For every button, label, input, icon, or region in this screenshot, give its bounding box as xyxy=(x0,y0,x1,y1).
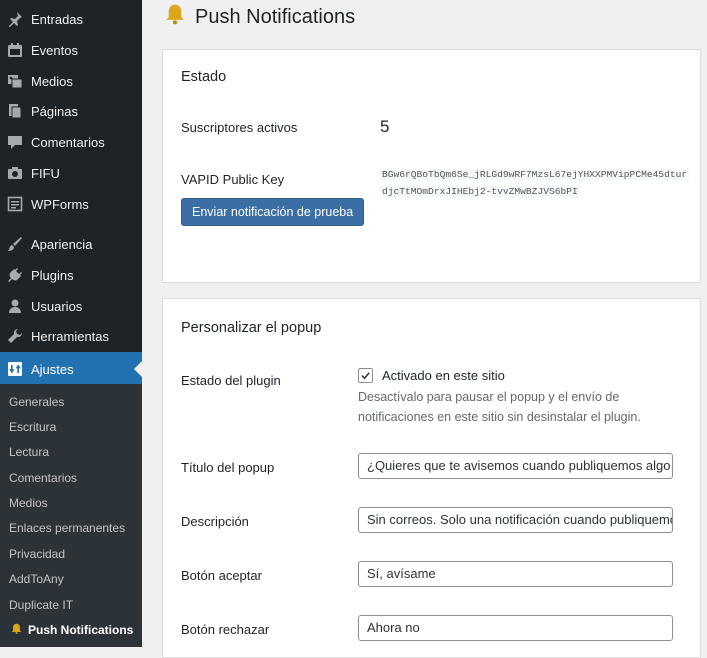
admin-sidebar: Entradas Eventos Medios Páginas Comentar… xyxy=(0,0,142,647)
submenu-item-medios[interactable]: Medios xyxy=(9,496,48,510)
bell-icon xyxy=(165,3,185,31)
menu-item-label: WPForms xyxy=(31,196,89,212)
popup-title-label: Título del popup xyxy=(181,460,275,475)
menu-item-ajustes[interactable]: Ajustes xyxy=(0,352,142,386)
vapid-key-label: VAPID Public Key xyxy=(181,172,285,187)
plugin-enabled-description: Desactívalo para pausar el popup y el en… xyxy=(358,390,641,424)
accept-button-label: Botón aceptar xyxy=(181,568,262,583)
submenu-item-enlaces-permanentes[interactable]: Enlaces permanentes xyxy=(9,521,125,535)
submenu-item-addtoany[interactable]: AddToAny xyxy=(9,572,64,586)
user-icon xyxy=(6,297,24,315)
menu-item-herramientas[interactable]: Herramientas xyxy=(0,319,142,353)
plugin-enabled-label: Activado en este sitio xyxy=(382,368,505,383)
brush-icon xyxy=(6,235,24,253)
menu-item-medios[interactable]: Medios xyxy=(0,64,142,98)
menu-item-label: Eventos xyxy=(31,42,78,58)
pages-icon xyxy=(6,102,24,120)
send-test-notification-button[interactable]: Enviar notificación de prueba xyxy=(181,198,365,226)
menu-item-apariencia[interactable]: Apariencia xyxy=(0,227,142,261)
plugin-enabled-checkbox[interactable] xyxy=(358,368,373,383)
menu-item-plugins[interactable]: Plugins xyxy=(0,258,142,292)
plugin-status-label: Estado del plugin xyxy=(181,373,281,388)
popup-settings-heading: Personalizar el popup xyxy=(181,320,322,336)
camera-icon xyxy=(6,164,24,182)
menu-item-label: Comentarios xyxy=(31,134,105,150)
menu-item-label: Herramientas xyxy=(31,328,110,344)
description-label: Descripción xyxy=(181,514,249,529)
submenu-item-label: Push Notifications xyxy=(28,623,134,637)
comment-icon xyxy=(6,133,24,151)
menu-item-fifu[interactable]: FIFU xyxy=(0,156,142,190)
description-input[interactable]: Sin correos. Solo una notificación cuand… xyxy=(358,507,673,533)
menu-item-label: Usuarios xyxy=(31,298,83,314)
page-title: Push Notifications xyxy=(165,3,355,31)
menu-item-label: Medios xyxy=(31,73,73,89)
submenu-item-push-notifications[interactable]: Push Notifications xyxy=(11,623,133,637)
calendar-icon xyxy=(6,41,24,59)
settings-icon xyxy=(6,360,24,378)
menu-item-entradas[interactable]: Entradas xyxy=(0,2,142,36)
menu-item-label: Entradas xyxy=(31,11,84,27)
vapid-key-line-1: BGw6rQBoTbQm6Se_jRLGd9wRF7MzsL67ejYHXXPM… xyxy=(380,169,690,180)
media-icon xyxy=(6,72,24,90)
reject-button-input[interactable]: Ahora no xyxy=(358,615,673,641)
menu-item-eventos[interactable]: Eventos xyxy=(0,33,142,67)
popup-settings-card: Personalizar el popup Estado del plugin … xyxy=(162,298,701,658)
pin-icon xyxy=(6,10,24,28)
status-heading: Estado xyxy=(181,69,227,85)
wrench-icon xyxy=(6,327,24,345)
status-card: Estado Suscriptores activos 5 VAPID Publ… xyxy=(162,49,701,283)
settings-submenu: Generales Escritura Lectura Comentarios … xyxy=(0,384,142,647)
menu-item-paginas[interactable]: Páginas xyxy=(0,94,142,128)
submenu-item-escritura[interactable]: Escritura xyxy=(9,420,56,434)
plugin-enabled-row: Activado en este sitio xyxy=(358,368,505,383)
popup-title-input[interactable]: ¿Quieres que te avisemos cuando publique… xyxy=(358,453,673,479)
submenu-item-privacidad[interactable]: Privacidad xyxy=(9,547,65,561)
menu-item-label: FIFU xyxy=(31,165,60,181)
reject-button-label: Botón rechazar xyxy=(181,622,270,637)
submenu-item-generales[interactable]: Generales xyxy=(9,395,64,409)
forms-icon xyxy=(6,195,24,213)
bell-icon xyxy=(11,623,22,637)
submenu-item-comentarios[interactable]: Comentarios xyxy=(9,471,77,485)
menu-item-wpforms[interactable]: WPForms xyxy=(0,187,142,221)
menu-item-label: Ajustes xyxy=(31,361,74,377)
submenu-item-lectura[interactable]: Lectura xyxy=(9,445,49,459)
page-title-text: Push Notifications xyxy=(195,5,356,28)
plugin-icon xyxy=(6,266,24,284)
menu-item-label: Plugins xyxy=(31,267,74,283)
active-subscribers-label: Suscriptores activos xyxy=(181,120,298,135)
menu-item-comentarios[interactable]: Comentarios xyxy=(0,125,142,159)
submenu-item-duplicate-it[interactable]: Duplicate IT xyxy=(9,598,73,612)
menu-item-label: Apariencia xyxy=(31,236,93,252)
menu-item-label: Páginas xyxy=(31,103,78,119)
vapid-key-line-2: djcTtMOmDrxJIHEbj2-tvvZMwBZJVS6bPI xyxy=(380,186,580,197)
menu-item-usuarios[interactable]: Usuarios xyxy=(0,289,142,323)
active-subscribers-value: 5 xyxy=(380,117,390,136)
accept-button-input[interactable]: Sí, avísame xyxy=(358,561,673,587)
